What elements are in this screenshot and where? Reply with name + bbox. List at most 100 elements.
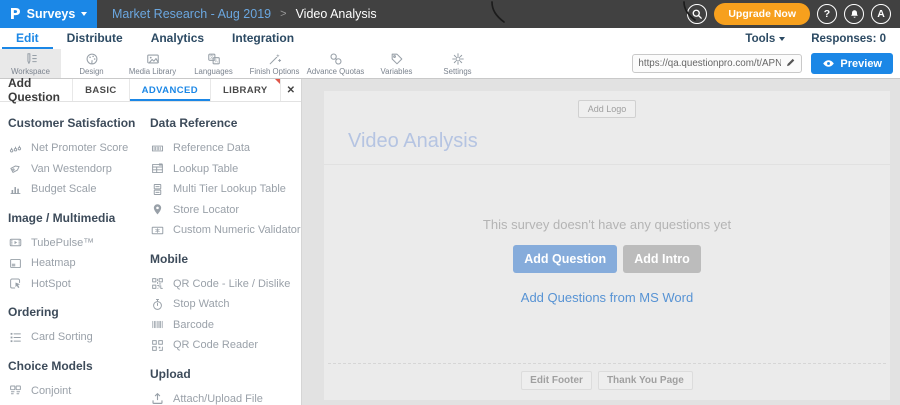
van-westendorp-icon [8, 161, 23, 176]
screen-artifact [491, 1, 505, 23]
question-type-van-westendorp[interactable]: Van Westendorp [8, 159, 150, 180]
notifications-bell-icon[interactable] [844, 4, 864, 24]
question-type-lookup-table[interactable]: Lookup Table [150, 159, 301, 180]
search-icon[interactable] [687, 4, 708, 24]
thank-you-page-button[interactable]: Thank You Page [597, 371, 693, 390]
heatmap-icon [8, 256, 23, 271]
preview-button[interactable]: Preview [811, 53, 893, 74]
survey-page: Add Logo Video Analysis This survey does… [324, 91, 890, 400]
survey-canvas: Add Logo Video Analysis This survey does… [302, 79, 900, 405]
menu-item-analytics[interactable]: Analytics [137, 28, 218, 49]
question-type-label: TubePulse™ [31, 236, 95, 249]
toolbar-item-variables[interactable]: Variables [366, 49, 427, 78]
question-type-tubepulse[interactable]: TubePulse™ [8, 233, 150, 254]
title-divider [324, 164, 890, 165]
responses-count[interactable]: Responses: 0 [811, 33, 886, 45]
budget-scale-icon [8, 182, 23, 197]
menu-items: Edit Distribute Analytics Integration [2, 28, 308, 49]
notification-corner-badge [274, 79, 280, 84]
question-type-attach-upload-file[interactable]: Attach/Upload File [150, 389, 301, 405]
toolbar-item-media-library[interactable]: Media Library [122, 49, 183, 78]
question-type-label: Barcode [173, 318, 214, 331]
question-type-label: Multi Tier Lookup Table [173, 183, 286, 196]
qr-code-like-dislike-icon [150, 276, 165, 291]
section-header: Data Reference [150, 116, 238, 130]
question-type-card-sorting[interactable]: Card Sorting [8, 327, 150, 348]
survey-builder-app: P Surveys Market Research - Aug 2019 > V… [0, 0, 900, 405]
question-type-multi-tier-lookup-table[interactable]: Multi Tier Lookup Table [150, 179, 301, 200]
question-type-qr-code-reader[interactable]: QR Code Reader [150, 335, 301, 356]
question-type-net-promoter-score[interactable]: Net Promoter Score [8, 138, 150, 159]
toolbar-item-finish-options[interactable]: Finish Options [244, 49, 305, 78]
topbar-actions: Upgrade Now ? A [687, 3, 891, 25]
toolbar-item-settings[interactable]: Settings [427, 49, 488, 78]
section-header: Upload [150, 366, 191, 381]
breadcrumb-folder[interactable]: Market Research - Aug 2019 [112, 7, 271, 21]
avatar[interactable]: A [871, 4, 891, 24]
toolbar-item-label: Design [79, 67, 104, 76]
add-question-button[interactable]: Add Question [513, 245, 618, 273]
panel-column-2: Data Reference Reference Data Lookup Table… [150, 110, 301, 405]
store-locator-icon [150, 202, 165, 217]
tab-basic[interactable]: BASIC [72, 79, 129, 101]
survey-url-field[interactable]: https://qa.questionpro.com/t/APNrFZf3p [632, 54, 803, 73]
edit-footer-button[interactable]: Edit Footer [521, 371, 592, 390]
toolbar-right: https://qa.questionpro.com/t/APNrFZf3p P… [632, 49, 900, 78]
section-ordering: Ordering Card Sorting [8, 305, 150, 348]
add-questions-ms-word-link[interactable]: Add Questions from MS Word [521, 290, 693, 305]
panel-column-1: Customer Satisfaction Net Promoter Score V… [8, 110, 150, 405]
toolbar-item-design[interactable]: Design [61, 49, 122, 78]
toolbar: Workspace Design Media Library 文 A Languages F… [0, 49, 900, 79]
question-type-custom-numeric-validator[interactable]: Custom Numeric Validator [150, 220, 301, 241]
close-icon[interactable]: ✕ [279, 79, 301, 101]
toolbar-item-languages[interactable]: 文 A Languages [183, 49, 244, 78]
card-sorting-icon [8, 330, 23, 345]
question-type-hotspot[interactable]: HotSpot [8, 274, 150, 295]
add-intro-button[interactable]: Add Intro [623, 245, 701, 273]
question-type-reference-data[interactable]: Reference Data [150, 138, 301, 159]
page-footer: Edit Footer Thank You Page [324, 363, 890, 400]
empty-message: This survey doesn't have any questions y… [482, 217, 732, 232]
question-type-label: Heatmap [31, 257, 76, 270]
question-type-max-diff[interactable]: Max-Diff [8, 401, 150, 405]
question-type-heatmap[interactable]: Heatmap [8, 253, 150, 274]
survey-title[interactable]: Video Analysis [348, 130, 890, 153]
panel-header: Add Question BASIC ADVANCED LIBRARY ✕ [0, 76, 301, 104]
languages-icon: 文A [206, 51, 221, 66]
add-logo-button[interactable]: Add Logo [577, 100, 637, 118]
product-switcher-label: Surveys [26, 7, 76, 21]
question-type-stop-watch[interactable]: Stop Watch [150, 294, 301, 315]
question-type-barcode[interactable]: Barcode [150, 315, 301, 336]
upgrade-now-button[interactable]: Upgrade Now [714, 3, 810, 25]
tab-library[interactable]: LIBRARY [209, 79, 280, 101]
question-type-conjoint[interactable]: Conjoint [8, 381, 150, 402]
tab-advanced[interactable]: ADVANCED [128, 79, 210, 101]
toolbar-item-advance-quotas[interactable]: Advance Quotas [305, 49, 366, 78]
survey-url-text: https://qa.questionpro.com/t/APNrFZf3p [638, 58, 782, 69]
section-header: Choice Models [8, 358, 93, 373]
question-type-store-locator[interactable]: Store Locator [150, 200, 301, 221]
menu-item-integration[interactable]: Integration [218, 28, 308, 49]
question-type-label: Net Promoter Score [31, 142, 129, 155]
help-icon[interactable]: ? [817, 4, 837, 24]
media-library-icon [145, 51, 160, 66]
net-promoter-score-icon [8, 141, 23, 156]
workspace-icon [23, 51, 38, 66]
topbar: P Surveys Market Research - Aug 2019 > V… [0, 0, 900, 28]
question-type-label: Attach/Upload File [173, 392, 263, 405]
panel-title: Add Question [8, 76, 61, 104]
section-customer-satisfaction: Customer Satisfaction Net Promoter Score V… [8, 116, 150, 200]
edit-url-pencil-icon[interactable] [785, 55, 796, 73]
toolbar-item-workspace[interactable]: Workspace [0, 49, 61, 78]
question-type-budget-scale[interactable]: Budget Scale [8, 179, 150, 200]
menu-item-distribute[interactable]: Distribute [53, 28, 137, 49]
question-type-qr-code-like-dislike[interactable]: QR Code - Like / Dislike [150, 274, 301, 295]
tools-menu[interactable]: Tools [745, 33, 786, 45]
panel-body: Customer Satisfaction Net Promoter Score V… [0, 102, 301, 405]
menu-item-edit[interactable]: Edit [2, 28, 53, 49]
product-switcher[interactable]: P Surveys [0, 0, 97, 28]
questionpro-logo: P [9, 5, 21, 23]
question-type-label: Van Westendorp [31, 162, 112, 175]
section-header: Customer Satisfaction [8, 116, 136, 130]
custom-numeric-validator-icon [150, 223, 165, 238]
